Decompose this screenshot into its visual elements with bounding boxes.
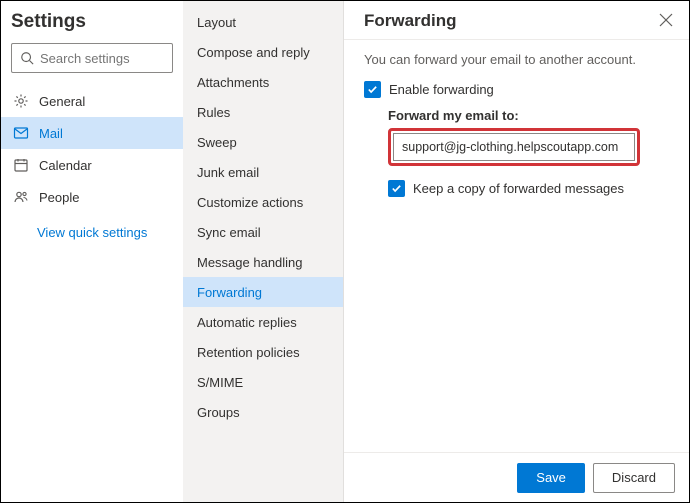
subnav-item-rules[interactable]: Rules bbox=[183, 97, 343, 127]
subnav-item-sweep[interactable]: Sweep bbox=[183, 127, 343, 157]
subnav-item-message-handling[interactable]: Message handling bbox=[183, 247, 343, 277]
checkbox-checked-icon[interactable] bbox=[364, 81, 381, 98]
subnav-item-attachments[interactable]: Attachments bbox=[183, 67, 343, 97]
nav-item-mail[interactable]: Mail bbox=[1, 117, 183, 149]
subnav-item-compose-and-reply[interactable]: Compose and reply bbox=[183, 37, 343, 67]
subnav-item-automatic-replies[interactable]: Automatic replies bbox=[183, 307, 343, 337]
nav-label: General bbox=[39, 94, 85, 109]
subnav-item-customize-actions[interactable]: Customize actions bbox=[183, 187, 343, 217]
checkbox-checked-icon[interactable] bbox=[388, 180, 405, 197]
gear-icon bbox=[13, 93, 29, 109]
nav-item-general[interactable]: General bbox=[1, 85, 183, 117]
subnav-item-junk-email[interactable]: Junk email bbox=[183, 157, 343, 187]
subnav-item-sync-email[interactable]: Sync email bbox=[183, 217, 343, 247]
calendar-icon bbox=[13, 157, 29, 173]
forward-to-label: Forward my email to: bbox=[388, 108, 669, 123]
panel-title: Forwarding bbox=[364, 11, 457, 31]
subnav-item-retention-policies[interactable]: Retention policies bbox=[183, 337, 343, 367]
subnav-item-s-mime[interactable]: S/MIME bbox=[183, 367, 343, 397]
keep-copy-row[interactable]: Keep a copy of forwarded messages bbox=[388, 180, 669, 197]
forward-email-highlight bbox=[388, 128, 640, 166]
view-quick-settings-link[interactable]: View quick settings bbox=[1, 213, 183, 240]
search-icon bbox=[20, 51, 34, 65]
mail-icon bbox=[13, 125, 29, 141]
subnav-item-groups[interactable]: Groups bbox=[183, 397, 343, 427]
nav-item-calendar[interactable]: Calendar bbox=[1, 149, 183, 181]
settings-subnav: LayoutCompose and replyAttachmentsRulesS… bbox=[183, 1, 343, 502]
people-icon bbox=[13, 189, 29, 205]
enable-forwarding-label: Enable forwarding bbox=[389, 82, 494, 97]
search-input-container[interactable] bbox=[11, 43, 173, 73]
enable-forwarding-row[interactable]: Enable forwarding bbox=[364, 81, 669, 98]
nav-label: People bbox=[39, 190, 79, 205]
panel-description: You can forward your email to another ac… bbox=[364, 52, 669, 67]
settings-left-column: Settings General Mail bbox=[1, 1, 183, 502]
subnav-item-layout[interactable]: Layout bbox=[183, 7, 343, 37]
close-icon[interactable] bbox=[659, 13, 675, 29]
subnav-item-forwarding[interactable]: Forwarding bbox=[183, 277, 343, 307]
nav-label: Calendar bbox=[39, 158, 92, 173]
nav-label: Mail bbox=[39, 126, 63, 141]
forward-email-input[interactable] bbox=[393, 133, 635, 161]
nav-item-people[interactable]: People bbox=[1, 181, 183, 213]
save-button[interactable]: Save bbox=[517, 463, 585, 493]
search-input[interactable] bbox=[40, 51, 164, 66]
settings-nav: General Mail Calendar People bbox=[1, 85, 183, 213]
discard-button[interactable]: Discard bbox=[593, 463, 675, 493]
settings-panel: Forwarding You can forward your email to… bbox=[343, 1, 689, 502]
keep-copy-label: Keep a copy of forwarded messages bbox=[413, 181, 624, 196]
settings-title: Settings bbox=[1, 7, 183, 43]
